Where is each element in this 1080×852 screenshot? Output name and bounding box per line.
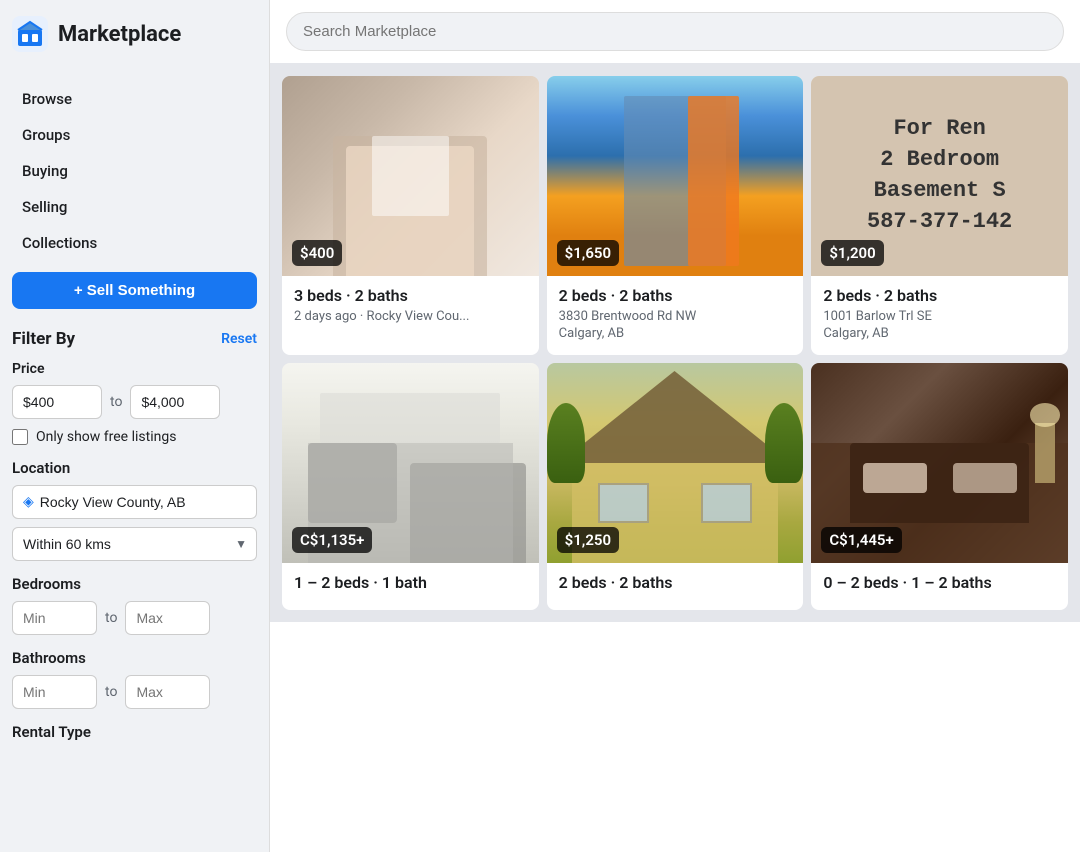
nav-groups[interactable]: Groups <box>12 118 257 152</box>
nav-collections[interactable]: Collections <box>12 226 257 260</box>
radius-select[interactable]: Within 60 kms Within 20 kms Within 40 km… <box>12 527 257 561</box>
listing-beds-2: 2 beds · 2 baths <box>559 286 792 305</box>
listing-image-2: $1,650 <box>547 76 804 276</box>
listings-grid: $400 3 beds · 2 baths 2 days ago · Rocky… <box>270 64 1080 622</box>
filter-section: Filter By Reset Price to Only show free … <box>12 329 257 741</box>
bathrooms-min-input[interactable] <box>12 675 97 709</box>
location-icon: ◈ <box>23 494 34 510</box>
price-badge-6: C$1,445+ <box>821 527 901 553</box>
location-input[interactable] <box>40 494 246 510</box>
listing-beds-3: 2 beds · 2 baths <box>823 286 1056 305</box>
listing-image-6: C$1,445+ <box>811 363 1068 563</box>
listing-beds-1: 3 beds · 2 baths <box>294 286 527 305</box>
bathrooms-max-input[interactable] <box>125 675 210 709</box>
price-max-input[interactable] <box>130 385 220 419</box>
bedrooms-min-input[interactable] <box>12 601 97 635</box>
listing-city-2: Calgary, AB <box>559 326 792 341</box>
sidebar-title: Marketplace <box>58 22 181 47</box>
listing-beds-6: 0 – 2 beds · 1 – 2 baths <box>823 573 1056 592</box>
listing-info-3: 2 beds · 2 baths 1001 Barlow Trl SE Calg… <box>811 276 1068 355</box>
marketplace-icon <box>12 16 48 52</box>
price-badge-2: $1,650 <box>557 240 619 266</box>
bedrooms-row: to <box>12 601 257 635</box>
listing-info-6: 0 – 2 beds · 1 – 2 baths <box>811 563 1068 610</box>
nav-browse[interactable]: Browse <box>12 82 257 116</box>
listing-card[interactable]: C$1,135+ 1 – 2 beds · 1 bath <box>282 363 539 610</box>
listing-image-4: C$1,135+ <box>282 363 539 563</box>
listing-address-3: 1001 Barlow Trl SE <box>823 309 1056 324</box>
bedrooms-label: Bedrooms <box>12 575 257 593</box>
free-listings-checkbox[interactable] <box>12 429 28 445</box>
sell-something-button[interactable]: + Sell Something <box>12 272 257 309</box>
bathrooms-label: Bathrooms <box>12 649 257 667</box>
listing-beds-4: 1 – 2 beds · 1 bath <box>294 573 527 592</box>
sidebar-header: Marketplace <box>12 16 257 62</box>
listing-card[interactable]: C$1,445+ 0 – 2 beds · 1 – 2 baths <box>811 363 1068 610</box>
filter-by-title: Filter By <box>12 329 75 349</box>
rental-type-label: Rental Type <box>12 723 257 741</box>
listing-card[interactable]: For Ren2 BedroomBasement S587-377-142 $1… <box>811 76 1068 355</box>
listing-info-4: 1 – 2 beds · 1 bath <box>282 563 539 610</box>
price-badge-3: $1,200 <box>821 240 883 266</box>
radius-select-wrap: Within 60 kms Within 20 kms Within 40 km… <box>12 527 257 561</box>
listing-meta-1: 2 days ago · Rocky View Cou... <box>294 309 527 324</box>
search-bar-wrap <box>270 0 1080 64</box>
listing-card[interactable]: $1,250 2 beds · 2 baths <box>547 363 804 610</box>
nav-selling[interactable]: Selling <box>12 190 257 224</box>
location-input-wrap[interactable]: ◈ <box>12 485 257 519</box>
price-badge-5: $1,250 <box>557 527 619 553</box>
price-badge-1: $400 <box>292 240 342 266</box>
search-input[interactable] <box>286 12 1064 51</box>
listing-image-1: $400 <box>282 76 539 276</box>
listing-card[interactable]: $1,650 2 beds · 2 baths 3830 Brentwood R… <box>547 76 804 355</box>
listing-info-2: 2 beds · 2 baths 3830 Brentwood Rd NW Ca… <box>547 276 804 355</box>
price-label: Price <box>12 361 257 377</box>
bedrooms-max-input[interactable] <box>125 601 210 635</box>
nav-buying[interactable]: Buying <box>12 154 257 188</box>
listing-city-3: Calgary, AB <box>823 326 1056 341</box>
free-listings-label[interactable]: Only show free listings <box>36 429 176 445</box>
listing-info-1: 3 beds · 2 baths 2 days ago · Rocky View… <box>282 276 539 338</box>
reset-link[interactable]: Reset <box>221 331 257 347</box>
listing-image-3: For Ren2 BedroomBasement S587-377-142 $1… <box>811 76 1068 276</box>
price-separator: to <box>110 394 122 410</box>
listing-beds-5: 2 beds · 2 baths <box>559 573 792 592</box>
bedrooms-separator: to <box>105 610 117 626</box>
bathrooms-separator: to <box>105 684 117 700</box>
free-listings-row: Only show free listings <box>12 429 257 445</box>
listing-info-5: 2 beds · 2 baths <box>547 563 804 610</box>
location-label: Location <box>12 459 257 477</box>
price-min-input[interactable] <box>12 385 102 419</box>
main-content: $400 3 beds · 2 baths 2 days ago · Rocky… <box>270 0 1080 852</box>
sidebar: Marketplace Browse Groups Buying Selling… <box>0 0 270 852</box>
listing-address-2: 3830 Brentwood Rd NW <box>559 309 792 324</box>
price-badge-4: C$1,135+ <box>292 527 372 553</box>
price-row: to <box>12 385 257 419</box>
listing-card[interactable]: $400 3 beds · 2 baths 2 days ago · Rocky… <box>282 76 539 355</box>
listing-image-5: $1,250 <box>547 363 804 563</box>
filter-header: Filter By Reset <box>12 329 257 349</box>
bathrooms-row: to <box>12 675 257 709</box>
for-rent-sign: For Ren2 BedroomBasement S587-377-142 <box>857 104 1022 247</box>
